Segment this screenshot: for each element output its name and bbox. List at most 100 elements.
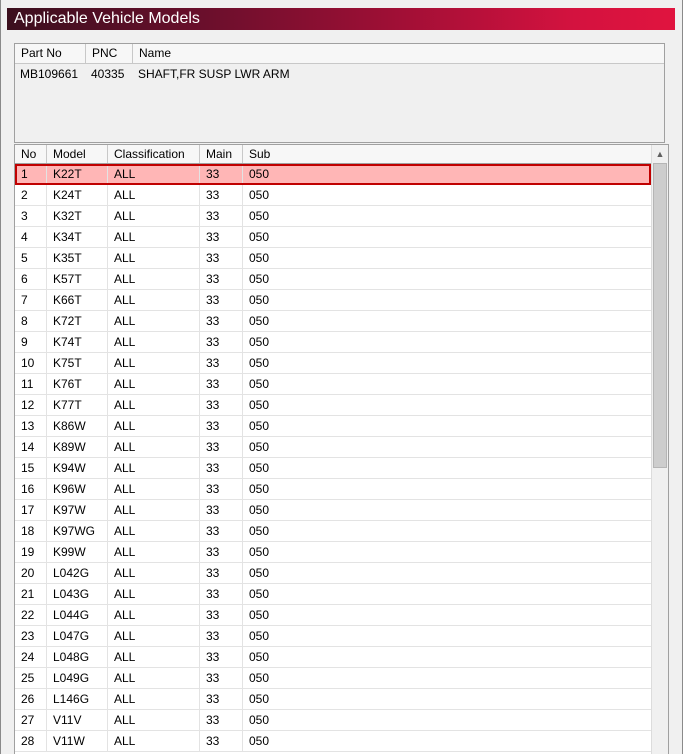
table-row[interactable]: 22 L044G ALL 33 050 (15, 605, 651, 626)
cell-no: 2 (15, 185, 47, 205)
cell-classification: ALL (108, 689, 200, 709)
table-row[interactable]: 8 K72T ALL 33 050 (15, 311, 651, 332)
cell-model: L146G (47, 689, 108, 709)
column-header-model[interactable]: Model (47, 145, 108, 163)
cell-main: 33 (200, 311, 243, 331)
table-row[interactable]: 25 L049G ALL 33 050 (15, 668, 651, 689)
part-info-row[interactable]: MB109661 40335 SHAFT,FR SUSP LWR ARM (15, 64, 664, 84)
cell-model: K72T (47, 311, 108, 331)
column-header-sub[interactable]: Sub (243, 145, 651, 163)
table-row[interactable]: 17 K97W ALL 33 050 (15, 500, 651, 521)
vehicle-models-grid[interactable]: No Model Classification Main Sub 1 K22T AL… (14, 144, 669, 754)
vertical-scrollbar[interactable]: ▲ (651, 145, 668, 754)
cell-classification: ALL (108, 542, 200, 562)
table-row[interactable]: 28 V11W ALL 33 050 (15, 731, 651, 752)
cell-no: 9 (15, 332, 47, 352)
header-part-no[interactable]: Part No (15, 44, 86, 63)
cell-model: L049G (47, 668, 108, 688)
table-row[interactable]: 21 L043G ALL 33 050 (15, 584, 651, 605)
cell-classification: ALL (108, 626, 200, 646)
cell-sub: 050 (249, 251, 270, 265)
cell-model: K32T (47, 206, 108, 226)
table-row[interactable]: 6 K57T ALL 33 050 (15, 269, 651, 290)
cell-sub: 050 (249, 692, 270, 706)
table-row[interactable]: 15 K94W ALL 33 050 (15, 458, 651, 479)
table-row[interactable]: 18 K97WG ALL 33 050 (15, 521, 651, 542)
cell-main: 33 (200, 731, 243, 751)
cell-classification: ALL (108, 563, 200, 583)
part-info-panel: Part No PNC Name MB109661 40335 SHAFT,FR… (14, 43, 665, 143)
cell-model: V11V (47, 710, 108, 730)
cell-classification: ALL (108, 332, 200, 352)
cell-model: K76T (47, 374, 108, 394)
table-row[interactable]: 12 K77T ALL 33 050 (15, 395, 651, 416)
cell-sub: 050 (249, 482, 270, 496)
cell-sub: 050 (249, 566, 270, 580)
cell-model: K22T (47, 164, 108, 184)
column-header-no[interactable]: No (15, 145, 47, 163)
cell-main: 33 (200, 563, 243, 583)
table-row[interactable]: 1 K22T ALL 33 050 (15, 164, 651, 185)
cell-sub: 050 (249, 377, 270, 391)
cell-model: K66T (47, 290, 108, 310)
cell-no: 21 (15, 584, 47, 604)
cell-no: 3 (15, 206, 47, 226)
cell-model: V11W (47, 731, 108, 751)
table-row[interactable]: 11 K76T ALL 33 050 (15, 374, 651, 395)
cell-classification: ALL (108, 500, 200, 520)
cell-model: K77T (47, 395, 108, 415)
table-row[interactable]: 19 K99W ALL 33 050 (15, 542, 651, 563)
table-row[interactable]: 3 K32T ALL 33 050 (15, 206, 651, 227)
scroll-up-arrow-icon[interactable]: ▲ (652, 145, 668, 162)
header-pnc[interactable]: PNC (86, 44, 133, 63)
cell-classification: ALL (108, 269, 200, 289)
table-row[interactable]: 20 L042G ALL 33 050 (15, 563, 651, 584)
cell-model: L044G (47, 605, 108, 625)
cell-no: 14 (15, 437, 47, 457)
header-name[interactable]: Name (133, 44, 664, 63)
cell-main: 33 (200, 248, 243, 268)
cell-classification: ALL (108, 479, 200, 499)
cell-main: 33 (200, 647, 243, 667)
cell-model: K94W (47, 458, 108, 478)
cell-sub: 050 (249, 713, 270, 727)
cell-no: 27 (15, 710, 47, 730)
table-row[interactable]: 7 K66T ALL 33 050 (15, 290, 651, 311)
cell-model: K96W (47, 479, 108, 499)
table-row[interactable]: 5 K35T ALL 33 050 (15, 248, 651, 269)
cell-main: 33 (200, 584, 243, 604)
cell-main: 33 (200, 689, 243, 709)
table-row[interactable]: 23 L047G ALL 33 050 (15, 626, 651, 647)
table-row[interactable]: 9 K74T ALL 33 050 (15, 332, 651, 353)
table-row[interactable]: 10 K75T ALL 33 050 (15, 353, 651, 374)
cell-sub: 050 (249, 398, 270, 412)
scrollbar-thumb[interactable] (653, 163, 667, 468)
table-row[interactable]: 13 K86W ALL 33 050 (15, 416, 651, 437)
cell-main: 33 (200, 521, 243, 541)
cell-classification: ALL (108, 395, 200, 415)
column-header-main[interactable]: Main (200, 145, 243, 163)
cell-no: 24 (15, 647, 47, 667)
cell-no: 23 (15, 626, 47, 646)
table-row[interactable]: 2 K24T ALL 33 050 (15, 185, 651, 206)
cell-main: 33 (200, 479, 243, 499)
window-title: Applicable Vehicle Models (7, 8, 675, 30)
cell-main: 33 (200, 542, 243, 562)
table-row[interactable]: 14 K89W ALL 33 050 (15, 437, 651, 458)
cell-model: K34T (47, 227, 108, 247)
cell-no: 1 (15, 164, 47, 184)
part-name-value: SHAFT,FR SUSP LWR ARM (138, 67, 290, 81)
table-row[interactable]: 4 K34T ALL 33 050 (15, 227, 651, 248)
table-row[interactable]: 27 V11V ALL 33 050 (15, 710, 651, 731)
cell-main: 33 (200, 269, 243, 289)
cell-model: K89W (47, 437, 108, 457)
cell-sub: 050 (249, 209, 270, 223)
cell-sub: 050 (249, 293, 270, 307)
table-row[interactable]: 24 L048G ALL 33 050 (15, 647, 651, 668)
column-header-classification[interactable]: Classification (108, 145, 200, 163)
table-row[interactable]: 26 L146G ALL 33 050 (15, 689, 651, 710)
table-row[interactable]: 16 K96W ALL 33 050 (15, 479, 651, 500)
cell-no: 16 (15, 479, 47, 499)
cell-no: 28 (15, 731, 47, 751)
cell-model: K97WG (47, 521, 108, 541)
